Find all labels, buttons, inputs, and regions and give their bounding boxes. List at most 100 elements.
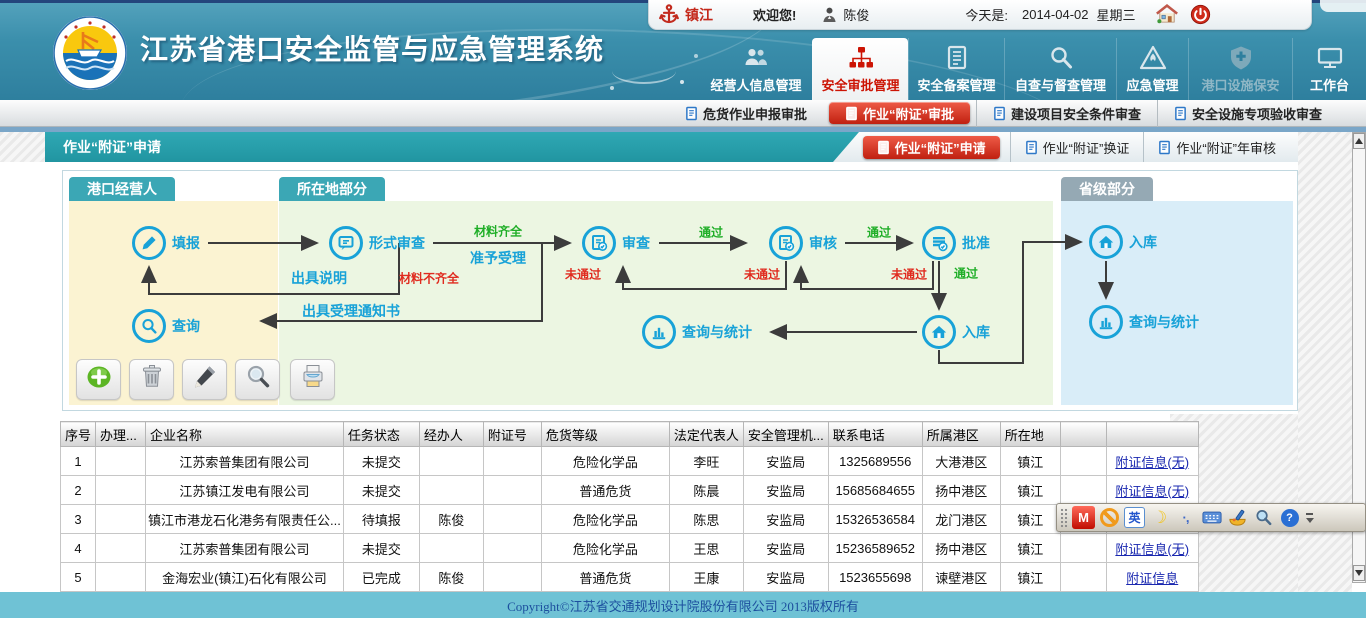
toolbox-icon[interactable] [1226, 506, 1249, 529]
license-info-link[interactable]: 附证信息 [1126, 571, 1178, 586]
search-button[interactable] [235, 359, 280, 400]
subnav-item-3[interactable]: 建设项目安全条件审查 [976, 100, 1157, 127]
license-info-link[interactable]: 附证信息(无) [1115, 484, 1189, 499]
decorative-swirl [612, 58, 676, 84]
column-header[interactable]: 序号 [61, 422, 96, 447]
home-icon[interactable] [1156, 4, 1178, 25]
table-row[interactable]: 1江苏索普集团有限公司未提交危险化学品李旺安监局1325689556大港港区镇江… [61, 447, 1199, 476]
table-row[interactable]: 4江苏索普集团有限公司未提交危险化学品王思安监局15236589652扬中港区镇… [61, 534, 1199, 563]
subnav-item-4[interactable]: 安全设施专项验收审查 [1157, 100, 1338, 127]
hatch-strip [0, 132, 45, 162]
house-icon [1089, 225, 1123, 259]
column-header[interactable]: 任务状态 [343, 422, 419, 447]
flow-node-examine: 审查 [582, 226, 650, 260]
subnav-item-label: 安全设施专项验收审查 [1192, 104, 1322, 123]
column-header[interactable]: 所属港区 [922, 422, 1000, 447]
chart-icon [1089, 305, 1123, 339]
doc-icon [845, 106, 858, 121]
half-moon-icon[interactable]: ☽ [1148, 506, 1171, 529]
logout-power-icon[interactable] [1190, 4, 1211, 25]
subnav-item-2[interactable]: 作业“附证”审批 [829, 102, 970, 124]
column-header[interactable] [1106, 422, 1198, 447]
column-header[interactable]: 办理... [96, 422, 146, 447]
column-header[interactable]: 经办人 [419, 422, 483, 447]
column-header[interactable]: 附证号 [483, 422, 541, 447]
doc-icon [1158, 140, 1171, 155]
nav-tab-5[interactable]: 应急管理 [1116, 38, 1188, 100]
add-button[interactable] [76, 359, 121, 400]
table-cell [483, 534, 541, 563]
m-logo-icon[interactable]: M [1072, 506, 1095, 529]
print-button[interactable] [290, 359, 335, 400]
group-label: 省级部分 [1061, 177, 1153, 201]
pencil-icon [132, 226, 166, 260]
license-info-link[interactable]: 附证信息(无) [1115, 542, 1189, 557]
soft-keyboard-icon[interactable] [1200, 506, 1223, 529]
edge-label: 通过 [867, 224, 891, 241]
column-header[interactable] [1060, 422, 1106, 447]
column-header[interactable]: 法定代表人 [669, 422, 743, 447]
table-cell: 危险化学品 [541, 534, 669, 563]
edit-button[interactable] [182, 359, 227, 400]
nav-tab-3[interactable]: 安全备案管理 [908, 38, 1004, 100]
prohibited-icon[interactable] [1098, 506, 1121, 529]
table-cell: 大港港区 [922, 447, 1000, 476]
nav-tab-label: 港口设施保安 [1201, 75, 1279, 94]
collapse-control[interactable] [1304, 506, 1315, 529]
column-header[interactable]: 危货等级 [541, 422, 669, 447]
flow-node-label: 查询与统计 [1129, 312, 1199, 332]
punctuation-icon[interactable]: ·, [1174, 506, 1197, 529]
column-header[interactable]: 所在地 [1000, 422, 1060, 447]
table-cell [1060, 563, 1106, 592]
page-tab-2[interactable]: 作业“附证”换证 [1010, 132, 1144, 162]
english-mode-icon[interactable]: 英 [1124, 507, 1145, 528]
nav-tab-4[interactable]: 自查与督查管理 [1004, 38, 1116, 100]
table-cell: 镇江 [1000, 447, 1060, 476]
group-label: 港口经营人 [69, 177, 175, 201]
flow-node-verify: 审核 [769, 226, 837, 260]
column-header[interactable]: 联系电话 [828, 422, 922, 447]
table-row[interactable]: 2江苏镇江发电有限公司未提交普通危货陈晨安监局15685684655扬中港区镇江… [61, 476, 1199, 505]
table-cell: 15236589652 [828, 534, 922, 563]
subnav-item-1[interactable]: 危货作业申报审批 [669, 100, 823, 127]
nav-tab-7[interactable]: 工作台 [1292, 38, 1366, 100]
flow-node-query-stats-province: 查询与统计 [1089, 305, 1199, 339]
page-tab-1[interactable]: 作业“附证”申请 [863, 136, 1000, 159]
flow-node-label: 审核 [809, 233, 837, 253]
nav-tab-6[interactable]: 港口设施保安 [1188, 38, 1292, 100]
shield-icon [1227, 44, 1255, 72]
table-cell: 扬中港区 [922, 476, 1000, 505]
table-cell: 2 [61, 476, 96, 505]
flow-node-label: 入库 [962, 322, 990, 342]
user-avatar-icon [822, 6, 837, 23]
license-info-link[interactable]: 附证信息(无) [1115, 455, 1189, 470]
app-header: 江苏省港口安全监管与应急管理系统 镇江 欢迎您! 陈俊 今天是: 2014-04… [0, 0, 1366, 100]
column-header[interactable]: 安全管理机... [743, 422, 828, 447]
help-icon[interactable]: ? [1278, 506, 1301, 529]
scroll-down-button[interactable] [1353, 565, 1365, 581]
nav-tab-label: 应急管理 [1126, 75, 1178, 94]
table-cell: 安监局 [743, 534, 828, 563]
column-header[interactable]: 企业名称 [146, 422, 344, 447]
copyright-text: Copyright©江苏省交通规划设计院股份有限公司 2013版权所有 [507, 596, 859, 615]
subnav-item-label: 作业“附证”审批 [863, 104, 954, 123]
inspection-icon [1047, 44, 1075, 72]
ime-language-bar[interactable]: M 英☽·,? [1056, 503, 1366, 532]
scroll-up-button[interactable] [1353, 133, 1365, 149]
table-cell: 1523655698 [828, 563, 922, 592]
table-cell [96, 447, 146, 476]
table-cell [96, 563, 146, 592]
table-cell: 镇江 [1000, 476, 1060, 505]
delete-button[interactable] [129, 359, 174, 400]
nav-tab-1[interactable]: 经营人信息管理 [700, 38, 812, 100]
table-cell: 危险化学品 [541, 447, 669, 476]
table-row[interactable]: 3镇江市港龙石化港务有限责任公...待填报陈俊危险化学品陈思安监局1532653… [61, 505, 1199, 534]
ime-search-icon[interactable] [1252, 506, 1275, 529]
doc-icon [877, 140, 890, 155]
table-cell [96, 476, 146, 505]
nav-tab-2[interactable]: 安全审批管理 [812, 38, 908, 100]
page-tab-3[interactable]: 作业“附证”年审核 [1143, 132, 1290, 162]
edge-label: 通过 [954, 265, 978, 282]
main-nav: 经营人信息管理安全审批管理安全备案管理自查与督查管理应急管理 港口设施保安工作台 [700, 38, 1366, 100]
table-row[interactable]: 5金海宏业(镇江)石化有限公司已完成陈俊普通危货王康安监局1523655698谏… [61, 563, 1199, 592]
